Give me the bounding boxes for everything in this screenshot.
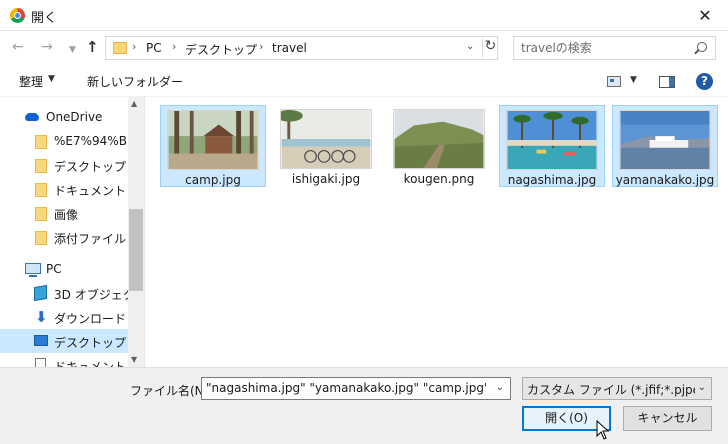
kougen-thumbnail: [393, 109, 485, 169]
refresh-icon[interactable]: ↻: [482, 38, 498, 58]
breadcrumb-separator-icon[interactable]: ›: [132, 40, 136, 53]
window-title: 開く: [31, 11, 58, 26]
up-arrow-icon[interactable]: ↑: [86, 39, 99, 55]
file-name: nagashima.jpg: [507, 173, 597, 187]
sidebar-item-attachments[interactable]: 添付ファイル: [0, 225, 128, 249]
folder-icon: [35, 159, 47, 173]
file-type-value: カスタム ファイル (*.jfif;*.pjpeg;*.jp: [527, 383, 695, 397]
sidebar-item-label: OneDrive: [46, 110, 103, 124]
breadcrumb-separator-icon[interactable]: ›: [259, 40, 263, 53]
chevron-down-icon[interactable]: ⌄: [496, 382, 504, 393]
sidebar-item-label: PC: [46, 262, 62, 276]
close-button[interactable]: ✕: [682, 0, 728, 30]
organize-button[interactable]: 整理: [19, 73, 43, 90]
sidebar-item-3d-objects[interactable]: 3D オブジェクト: [0, 281, 144, 305]
filename-input[interactable]: "nagashima.jpg" "yamanakako.jpg" "camp.j…: [206, 381, 486, 395]
sidebar-item-pc[interactable]: PC: [0, 257, 128, 281]
navigation-bar: ← → ▼ ↑ › PC › デスクトップ › travel ⌄ ↻: [0, 31, 728, 65]
camp-thumbnail: [167, 110, 259, 170]
file-name: yamanakako.jpg: [615, 173, 715, 187]
sidebar-item-desktop[interactable]: デスクトップ: [0, 329, 128, 353]
yamanakako-thumbnail: [619, 110, 711, 170]
folder-icon: [35, 207, 47, 221]
scroll-up-icon[interactable]: ▲: [131, 99, 137, 108]
file-item-yamanakako[interactable]: yamanakako.jpg: [612, 105, 718, 187]
mouse-cursor-icon: [596, 420, 610, 440]
file-name: ishigaki.jpg: [291, 172, 361, 186]
chevron-down-icon[interactable]: ▼: [630, 75, 637, 85]
chevron-down-icon[interactable]: ⌄: [698, 382, 706, 393]
forward-arrow-icon[interactable]: →: [41, 39, 53, 55]
breadcrumb-pc[interactable]: PC: [146, 41, 162, 55]
sidebar-item-label: ダウンロード: [54, 312, 127, 326]
address-dropdown-icon[interactable]: ⌄: [466, 41, 474, 52]
breadcrumb-travel[interactable]: travel: [272, 41, 307, 55]
file-name: camp.jpg: [185, 173, 241, 187]
search-input[interactable]: [521, 41, 681, 55]
view-options-icon[interactable]: [607, 76, 621, 87]
folder-icon: [35, 135, 47, 149]
chrome-icon: [10, 8, 25, 23]
sidebar-item-pictures[interactable]: 画像: [0, 201, 128, 225]
cancel-button[interactable]: キャンセル: [623, 406, 712, 431]
sidebar-item-onedrive-desktop[interactable]: デスクトップ: [0, 153, 128, 177]
recent-locations-dropdown-icon[interactable]: ▼: [69, 42, 76, 58]
help-icon[interactable]: ?: [696, 73, 713, 90]
ishigaki-thumbnail: [280, 109, 372, 169]
dialog-footer: ファイル名(N): "nagashima.jpg" "yamanakako.jp…: [0, 367, 728, 444]
scrollbar-thumb[interactable]: [129, 209, 143, 291]
file-name: kougen.png: [403, 172, 475, 186]
chevron-down-icon[interactable]: ▼: [48, 74, 55, 84]
address-bar[interactable]: › PC › デスクトップ › travel ⌄ ↻: [105, 36, 498, 60]
download-icon: ⬇: [35, 308, 48, 326]
search-box[interactable]: [513, 36, 716, 60]
sidebar-item-onedrive-documents[interactable]: ドキュメント: [0, 177, 128, 201]
sidebar-item-label: 画像: [54, 208, 79, 222]
preview-pane-icon[interactable]: [659, 76, 675, 88]
title-bar: 開く ✕: [0, 0, 728, 31]
back-arrow-icon[interactable]: ←: [12, 39, 24, 55]
folder-icon: [35, 183, 47, 197]
breadcrumb-desktop[interactable]: デスクトップ: [185, 41, 257, 58]
breadcrumb-separator-icon[interactable]: ›: [172, 40, 176, 53]
navigation-pane: OneDrive %E7%94%BB% デスクトップ ドキュメント 画像 添付フ…: [0, 97, 145, 367]
folder-icon: [35, 231, 47, 245]
sidebar-item-label: ドキュメント: [54, 360, 127, 367]
computer-icon: [25, 263, 41, 277]
file-list: camp.jpg ishigaki.jpg kougen.png nagashi…: [146, 97, 728, 367]
cloud-icon: [25, 113, 39, 121]
nagashima-thumbnail: [506, 110, 598, 170]
file-item-camp[interactable]: camp.jpg: [160, 105, 266, 187]
document-icon: [35, 358, 46, 367]
sidebar-item-label: デスクトップ: [54, 160, 127, 174]
sidebar-item-downloads[interactable]: ⬇ ダウンロード: [0, 305, 128, 329]
3d-objects-icon: [34, 284, 47, 302]
sidebar-scrollbar[interactable]: ▲ ▼: [128, 97, 144, 367]
sidebar-item-label: ドキュメント: [54, 184, 127, 198]
sidebar-item-onedrive[interactable]: OneDrive: [0, 105, 128, 129]
desktop-icon: [34, 335, 48, 346]
sidebar-item-label: デスクトップ: [54, 336, 127, 350]
scroll-down-icon[interactable]: ▼: [131, 355, 137, 364]
search-icon[interactable]: [697, 42, 707, 52]
sidebar-item-label: 添付ファイル: [54, 232, 127, 246]
filename-combobox[interactable]: "nagashima.jpg" "yamanakako.jpg" "camp.j…: [201, 377, 511, 400]
file-item-kougen[interactable]: kougen.png: [386, 105, 492, 187]
file-item-nagashima[interactable]: nagashima.jpg: [499, 105, 605, 187]
new-folder-button[interactable]: 新しいフォルダー: [87, 73, 183, 90]
command-bar: 整理 ▼ 新しいフォルダー ▼ ?: [0, 65, 728, 97]
sidebar-item-documents[interactable]: ドキュメント: [0, 353, 128, 367]
file-item-ishigaki[interactable]: ishigaki.jpg: [273, 105, 379, 187]
sidebar-item-folder-encoded[interactable]: %E7%94%BB%: [0, 129, 144, 153]
folder-icon: [113, 42, 127, 54]
file-type-select[interactable]: カスタム ファイル (*.jfif;*.pjpeg;*.jp ⌄: [522, 377, 712, 400]
